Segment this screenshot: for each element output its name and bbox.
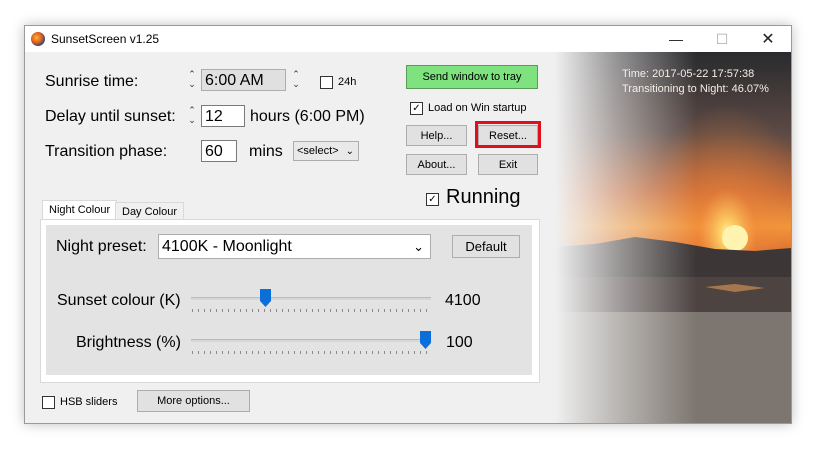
spin-down-icon: ⌄ [188, 79, 196, 89]
night-preset-label: Night preset: [56, 238, 147, 255]
sunset-photo [555, 52, 791, 423]
brightness-track [191, 339, 431, 342]
chevron-down-icon: ⌄ [345, 146, 354, 157]
sunrise-spin-left[interactable]: ⌃ ⌄ [187, 69, 197, 91]
reset-highlight [475, 121, 541, 148]
send-to-tray-button[interactable]: Send window to tray [406, 65, 538, 89]
spin-down-icon: ⌄ [292, 79, 300, 89]
brightness-slider-thumb[interactable] [420, 331, 431, 349]
sunrise-time-label: Sunrise time: [45, 73, 139, 90]
sunset-colour-ticks [192, 309, 430, 312]
night-settings-box: Night preset: 4100K - Moonlight ⌄ Default… [46, 225, 532, 375]
sunrise-time-field[interactable]: 6:00 AM [201, 69, 286, 91]
transition-mins-unit: mins [249, 143, 283, 160]
minimize-button[interactable]: — [653, 26, 699, 52]
sunset-colour-label: Sunset colour (K) [57, 292, 181, 309]
night-preset-dropdown[interactable]: 4100K - Moonlight ⌄ [158, 234, 431, 259]
sunset-colour-slider-thumb[interactable] [259, 289, 271, 307]
check-icon: ✓ [428, 194, 437, 205]
delay-until-sunset-label: Delay until sunset: [45, 108, 176, 125]
running-label: Running [446, 186, 521, 208]
24h-checkbox[interactable] [320, 76, 333, 89]
about-button[interactable]: About... [406, 154, 467, 175]
check-icon: ✓ [412, 103, 421, 114]
sunrise-spin-right[interactable]: ⌃ ⌄ [291, 69, 301, 91]
tab-night-colour[interactable]: Night Colour [42, 200, 118, 220]
hsb-sliders-checkbox[interactable] [42, 396, 55, 409]
delay-hours-field[interactable]: 12 [201, 105, 245, 127]
night-preset-value: 4100K - Moonlight [162, 238, 292, 255]
overlay-transition-text: Transitioning to Night: 46.07% [622, 83, 769, 95]
load-on-startup-checkbox[interactable]: ✓ [410, 102, 423, 115]
transition-select-value: <select> [297, 145, 339, 157]
load-on-startup-label: Load on Win startup [428, 102, 527, 114]
window-title: SunsetScreen v1.25 [51, 32, 160, 46]
close-button[interactable]: ✕ [745, 26, 791, 52]
delay-hours-unit: hours (6:00 PM) [250, 108, 365, 125]
exit-button[interactable]: Exit [478, 154, 538, 175]
help-button[interactable]: Help... [406, 125, 467, 146]
transition-phase-label: Transition phase: [45, 143, 168, 160]
maximize-button[interactable]: ☐ [699, 26, 745, 52]
brightness-value: 100 [446, 334, 473, 351]
running-checkbox[interactable]: ✓ [426, 193, 439, 206]
spin-up-icon: ⌃ [188, 105, 196, 115]
24h-label: 24h [338, 76, 357, 88]
chevron-down-icon: ⌄ [413, 239, 424, 254]
sunset-colour-value: 4100 [445, 292, 481, 309]
title-bar[interactable]: SunsetScreen v1.25 — ☐ ✕ [25, 26, 791, 52]
sunset-colour-track [191, 297, 431, 300]
overlay-time-text: Time: 2017-05-22 17:57:38 [622, 68, 755, 80]
transition-mins-field[interactable]: 60 [201, 140, 237, 162]
brightness-ticks [192, 351, 430, 354]
more-options-button[interactable]: More options... [137, 390, 250, 412]
default-button[interactable]: Default [452, 235, 520, 258]
sunset-app-icon [31, 32, 45, 46]
sunsetscreen-window: SunsetScreen v1.25 — ☐ ✕ Sunrise time: ⌃… [24, 25, 792, 424]
spin-down-icon: ⌄ [188, 115, 196, 125]
transition-select[interactable]: <select> ⌄ [293, 141, 359, 161]
spin-up-icon: ⌃ [292, 69, 300, 79]
night-colour-panel: Night preset: 4100K - Moonlight ⌄ Default… [40, 219, 540, 383]
hsb-sliders-label: HSB sliders [60, 396, 118, 408]
delay-spin[interactable]: ⌃ ⌄ [187, 105, 197, 127]
brightness-label: Brightness (%) [76, 334, 181, 351]
spin-up-icon: ⌃ [188, 69, 196, 79]
